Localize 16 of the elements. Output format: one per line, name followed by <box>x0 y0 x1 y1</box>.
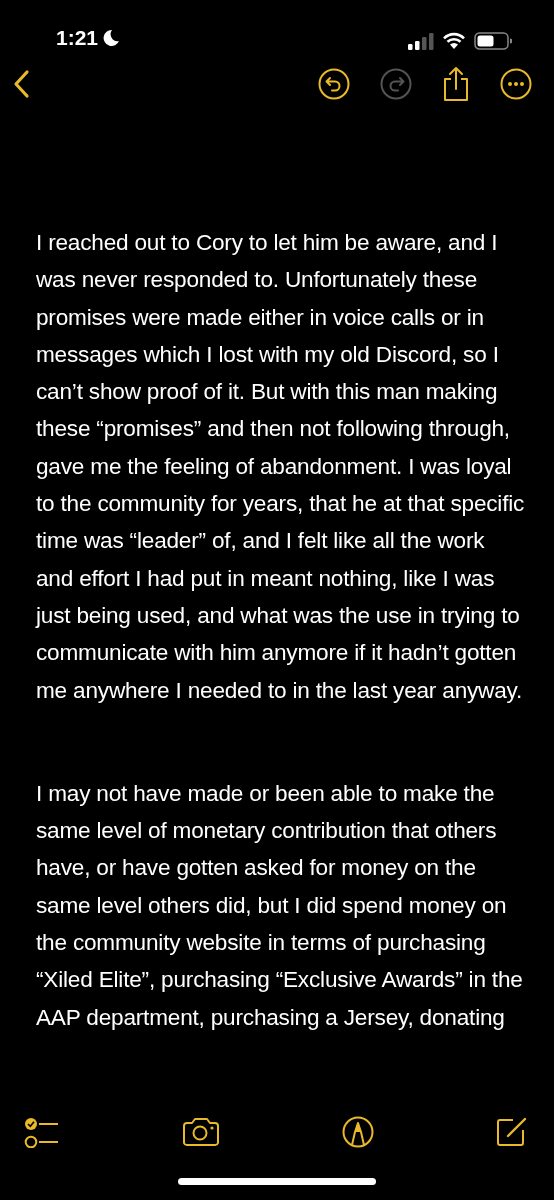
camera-icon <box>182 1117 220 1147</box>
note-paragraph: I reached out to Cory to let him be aware, and I was never responded to. Unfortunately these promises were made either in voice calls or in messages which I lost with my old Discord, so I can’t show proof of it. But with this man making these “promises” and then not following through, gave me the feeling of abandonment. I was loyal to the community for years, that he at that specific time was “leader” of, and I felt like all the work and effort I had put in meant nothing, like I was just being used, and what was the use in trying to communicate with him anymore if it hadn’t gotten me anywhere I needed to in the last year anyway. <box>36 229 526 705</box>
more-icon <box>500 68 532 100</box>
redo-icon <box>380 68 412 100</box>
compose-icon <box>496 1116 528 1148</box>
checklist-icon <box>24 1116 60 1148</box>
undo-icon <box>318 68 350 100</box>
note-paragraph: I may not have made or been able to make the same level of monetary contribution that others have, or have gotten asked for money on the same level others did, but I did spend money on the community website in terms of purchasing “Xiled Elite”, purchasing “Exclusive Awards” in the AAP department, purchasing a Jersey, donating <box>36 779 524 1032</box>
pen-tip-icon <box>342 1116 374 1148</box>
share-icon <box>442 66 470 102</box>
wifi-icon <box>442 32 466 50</box>
moon-icon <box>102 29 121 47</box>
clock-time: 1:21 <box>56 26 99 50</box>
back-chevron-icon <box>12 69 30 99</box>
signal-icon <box>408 32 434 50</box>
battery-icon <box>474 32 512 50</box>
